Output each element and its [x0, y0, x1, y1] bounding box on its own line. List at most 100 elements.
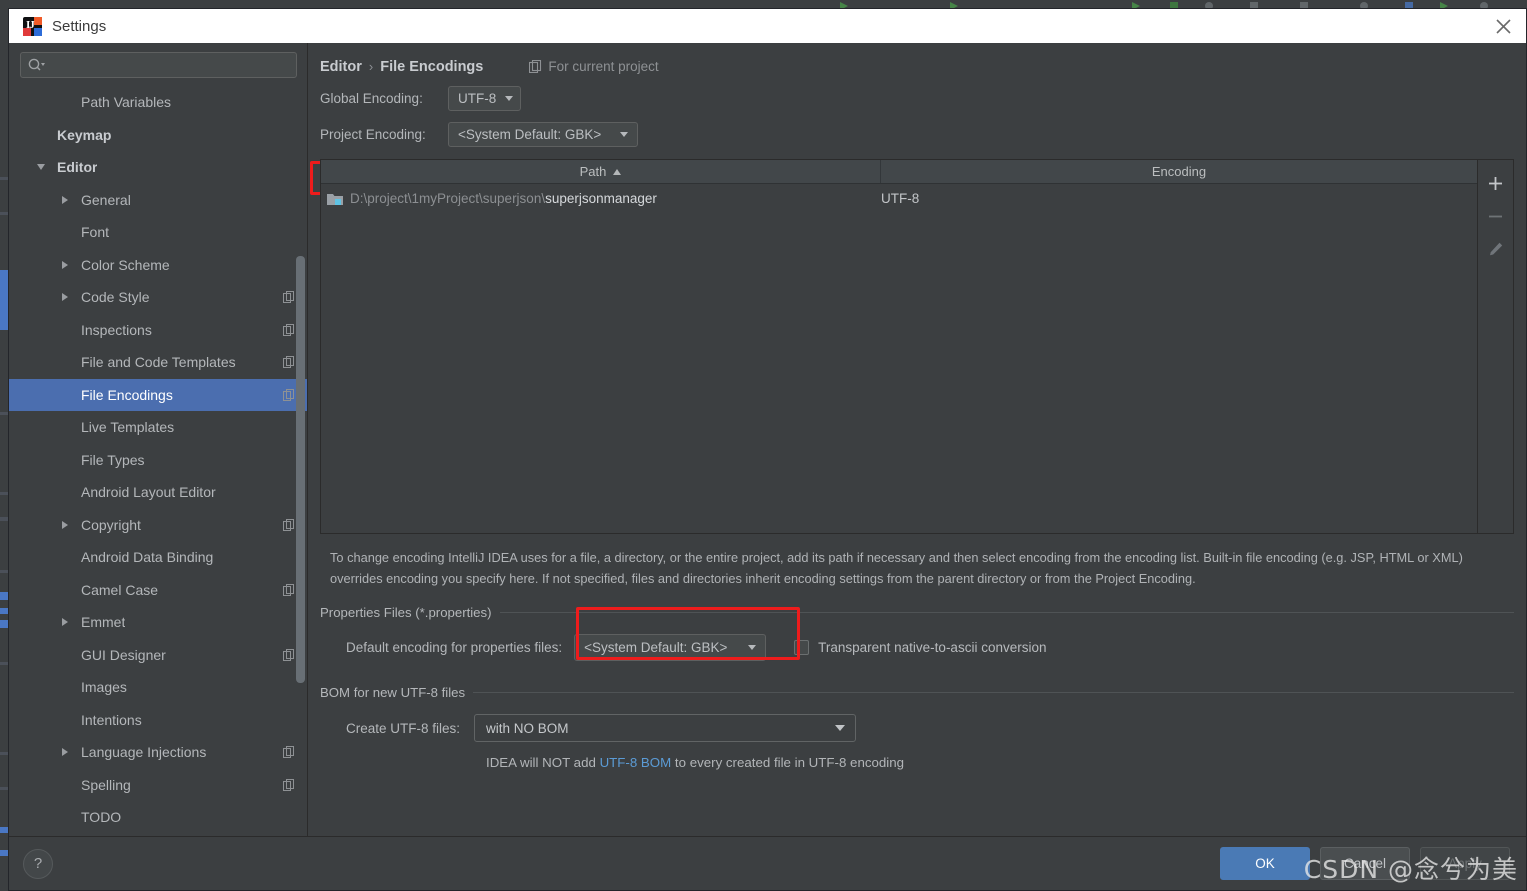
copy-settings-icon[interactable] [283, 746, 295, 759]
copy-settings-icon[interactable] [283, 356, 295, 369]
add-button[interactable] [1481, 168, 1511, 198]
column-header-path-label: Path [579, 164, 607, 179]
close-icon[interactable] [1480, 9, 1526, 43]
sidebar-item-android-layout-editor[interactable]: Android Layout Editor [9, 476, 307, 509]
sliver-highlight [0, 620, 8, 628]
sidebar-item-live-templates[interactable]: Live Templates [9, 411, 307, 444]
divider [499, 612, 1514, 613]
chevron-right-icon[interactable] [57, 281, 73, 314]
sidebar-item-android-data-binding[interactable]: Android Data Binding [9, 541, 307, 574]
global-encoding-combo[interactable]: UTF-8 [448, 85, 522, 111]
dialog-body: Path Variables Keymap Editor General Font Col… [9, 43, 1526, 836]
sidebar-item-images[interactable]: Images [9, 671, 307, 704]
sidebar-item-copyright[interactable]: Copyright [9, 509, 307, 542]
global-encoding-label: Global Encoding: [320, 90, 423, 106]
transparent-native-to-ascii-checkbox[interactable]: Transparent native-to-ascii conversion [794, 640, 1046, 655]
sidebar-item-label: Android Layout Editor [81, 484, 216, 501]
sidebar-item-spelling[interactable]: Spelling [9, 769, 307, 802]
sidebar-item-label: TODO [81, 809, 122, 826]
copy-settings-icon[interactable] [283, 583, 295, 596]
sliver-mark [0, 177, 8, 180]
for-current-project-label: For current project [529, 59, 659, 74]
sidebar-scrollbar[interactable] [296, 84, 305, 836]
sidebar-item-label: Images [81, 679, 127, 696]
sidebar-item-keymap[interactable]: Keymap [9, 119, 307, 152]
intellij-idea-icon: IJ [23, 16, 42, 36]
bom-group: BOM for new UTF-8 files Create UTF-8 fil… [320, 685, 1514, 770]
sidebar-item-label: Editor [57, 159, 98, 176]
default-properties-encoding-combo[interactable]: <System Default: GBK> [574, 634, 767, 661]
create-utf8-files-select[interactable]: with NO BOM [474, 714, 857, 742]
properties-files-title-row: Properties Files (*.properties) [320, 605, 1514, 620]
sliver-mark [0, 570, 8, 573]
column-header-encoding[interactable]: Encoding [881, 160, 1477, 183]
encoding-hint-text: To change encoding IntelliJ IDEA uses fo… [330, 550, 1463, 586]
sidebar-item-label: Copyright [81, 516, 141, 533]
sidebar-item-file-encodings[interactable]: File Encodings [9, 378, 307, 411]
sliver-highlight [0, 592, 8, 600]
sidebar-scrollbar-thumb[interactable] [296, 256, 305, 683]
chevron-down-icon[interactable] [33, 151, 49, 184]
help-button[interactable]: ? [23, 848, 53, 879]
sidebar-item-gui-designer[interactable]: GUI Designer [9, 639, 307, 672]
copy-settings-icon[interactable] [283, 291, 295, 304]
copy-settings-icon[interactable] [283, 388, 295, 401]
create-utf8-files-value: with NO BOM [486, 720, 569, 736]
sliver-highlight [0, 850, 8, 856]
table-row[interactable]: D:\project\1myProject\superjson\ superjso… [321, 184, 1477, 213]
encodings-table-toolbar [1477, 160, 1513, 533]
copy-settings-icon[interactable] [283, 518, 295, 531]
table-cell-encoding[interactable]: UTF-8 [881, 191, 1477, 206]
copy-project-icon [529, 60, 542, 73]
global-encoding-row: Global Encoding: UTF-8 [308, 83, 1526, 113]
bom-title-row: BOM for new UTF-8 files [320, 685, 1514, 700]
chevron-right-icon[interactable] [57, 509, 73, 542]
cancel-button[interactable]: Cancel [1320, 847, 1410, 880]
chevron-right-icon[interactable] [57, 736, 73, 769]
sidebar-item-path-variables[interactable]: Path Variables [9, 86, 307, 119]
chevron-down-icon [620, 131, 628, 137]
column-header-path[interactable]: Path [321, 160, 881, 183]
copy-settings-icon[interactable] [283, 648, 295, 661]
sidebar-item-label: GUI Designer [81, 646, 166, 663]
sidebar-item-intentions[interactable]: Intentions [9, 704, 307, 737]
chevron-right-icon[interactable] [57, 249, 73, 282]
settings-sidebar: Path Variables Keymap Editor General Font Col… [9, 43, 308, 836]
chevron-right-icon[interactable] [57, 606, 73, 639]
copy-settings-icon[interactable] [283, 778, 295, 791]
project-encoding-combo[interactable]: <System Default: GBK> [448, 121, 638, 147]
search-input[interactable] [45, 56, 290, 74]
divider [473, 692, 1514, 693]
sidebar-item-language-injections[interactable]: Language Injections [9, 736, 307, 769]
utf8-bom-link[interactable]: UTF-8 BOM [600, 755, 672, 770]
apply-button: Apply [1420, 847, 1510, 880]
sidebar-item-editor[interactable]: Editor [9, 151, 307, 184]
sidebar-item-inspections[interactable]: Inspections [9, 314, 307, 347]
sidebar-item-file-and-code-templates[interactable]: File and Code Templates [9, 346, 307, 379]
sidebar-item-camel-case[interactable]: Camel Case [9, 574, 307, 607]
sidebar-item-todo[interactable]: TODO [9, 801, 307, 834]
sidebar-item-font[interactable]: Font [9, 216, 307, 249]
sliver-mark [0, 492, 8, 495]
window-title: Settings [52, 17, 107, 35]
sidebar-item-emmet[interactable]: Emmet [9, 606, 307, 639]
bom-title: BOM for new UTF-8 files [320, 685, 466, 700]
breadcrumb-parent[interactable]: Editor [320, 59, 362, 75]
sidebar-item-color-scheme[interactable]: Color Scheme [9, 249, 307, 282]
ok-button[interactable]: OK [1220, 847, 1310, 880]
sidebar-item-label: File Types [81, 451, 145, 468]
copy-settings-icon[interactable] [283, 323, 295, 336]
chevron-right-icon[interactable] [57, 184, 73, 217]
sidebar-item-label: Emmet [81, 614, 126, 631]
search-field[interactable] [20, 52, 297, 78]
sidebar-item-general[interactable]: General [9, 184, 307, 217]
sliver-mark [0, 662, 8, 665]
sidebar-item-code-style[interactable]: Code Style [9, 281, 307, 314]
sidebar-item-file-types[interactable]: File Types [9, 444, 307, 477]
default-properties-encoding-value: <System Default: GBK> [584, 640, 728, 655]
